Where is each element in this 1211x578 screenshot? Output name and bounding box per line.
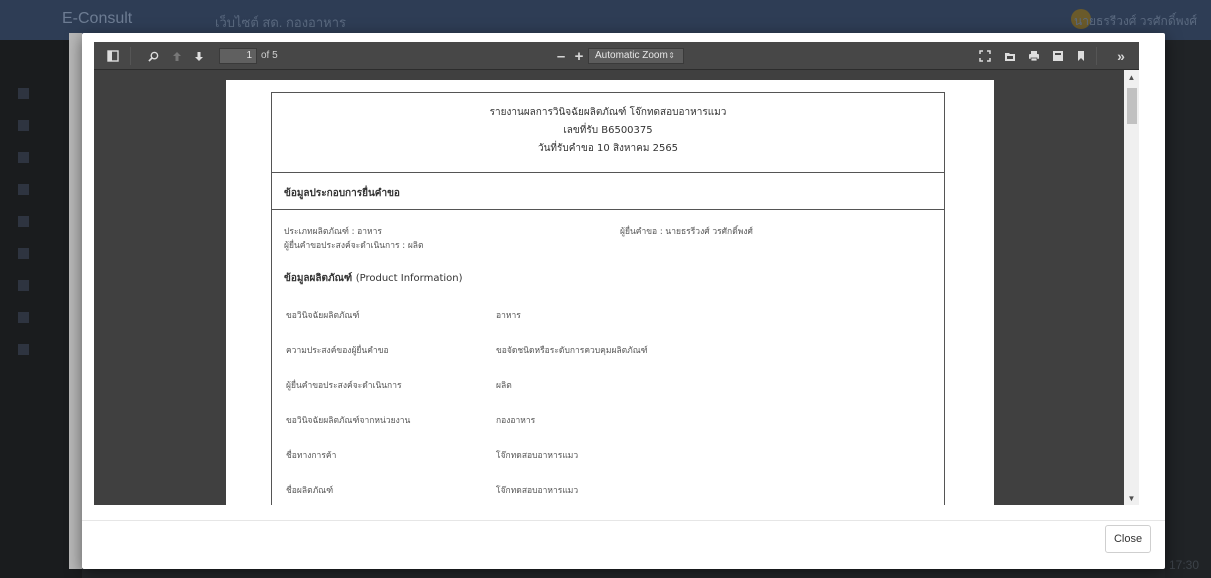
product-info-heading-th: ข้อมูลผลิตภัณฑ์ [284, 273, 353, 284]
modal-footer-divider [82, 520, 1165, 521]
home-icon [18, 88, 29, 99]
open-file-icon[interactable] [1001, 47, 1019, 65]
sidebar-item [18, 184, 29, 195]
field-value: ขอจัดชนิดหรือระดับการควบคุมผลิตภัณฑ์ [496, 346, 648, 356]
field-value: ผลิต [496, 381, 512, 391]
sidebar-item [18, 88, 29, 99]
menu-icon [18, 120, 29, 131]
calendar-icon [18, 312, 29, 323]
pdf-page: รายงานผลการวินิจฉัยผลิตภัณฑ์ โจ๊กทดสอบอา… [226, 80, 994, 505]
field-label: ชื่อทางการค้า [286, 451, 337, 461]
section-heading-applicant: ข้อมูลประกอบการยื่นคำขอ [272, 173, 944, 210]
menu-icon [18, 184, 29, 195]
pdf-preview-modal: 1 of 5 – + Automatic Zoom ⇕ » รายงานผลกา… [82, 33, 1165, 569]
sidebar-item [18, 312, 29, 323]
field-label: ขอวินิจฉัยผลิตภัณฑ์ [286, 311, 360, 321]
toolbar-separator [130, 47, 131, 65]
search-icon[interactable] [144, 47, 162, 65]
zoom-select-value: Automatic Zoom [595, 50, 668, 61]
field-value: โจ๊กทดสอบอาหารแมว [496, 486, 579, 496]
scrollbar-thumb[interactable] [1127, 88, 1137, 124]
document-frame: รายงานผลการวินิจฉัยผลิตภัณฑ์ โจ๊กทดสอบอา… [271, 92, 945, 505]
app-brand: E-Consult [62, 10, 133, 27]
bookmark-icon[interactable] [1072, 47, 1090, 65]
vertical-scrollbar[interactable]: ▲ ▼ [1124, 70, 1139, 505]
document-received-date: วันที่รับคำขอ 10 สิงหาคม 2565 [537, 143, 679, 154]
app-header-user: นายธรรีวงศ์ วรศักดิ์พงศ์ [1074, 14, 1197, 28]
toolbar-separator [1096, 47, 1097, 65]
field-label: ผู้ยื่นคำขอประสงค์จะดำเนินการ [286, 381, 402, 391]
app-right-column [1165, 40, 1211, 578]
document-title: รายงานผลการวินิจฉัยผลิตภัณฑ์ โจ๊กทดสอบอา… [489, 107, 727, 118]
menu-icon [18, 280, 29, 291]
product-info-heading: ข้อมูลผลิตภัณฑ์ (Product Information) [284, 271, 463, 286]
scroll-down-icon[interactable]: ▼ [1124, 491, 1139, 505]
modal-backdrop-edge [69, 33, 82, 569]
page-count-label: of 5 [261, 50, 278, 61]
app-header-title: เว็บไซต์ สด. กองอาหาร [215, 15, 346, 30]
sidebar-item [18, 280, 29, 291]
field-label: ขอวินิจฉัยผลิตภัณฑ์จากหน่วยงาน [286, 416, 411, 426]
previous-page-icon[interactable] [168, 47, 186, 65]
sidebar-toggle-icon[interactable] [104, 47, 122, 65]
document-header: รายงานผลการวินิจฉัยผลิตภัณฑ์ โจ๊กทดสอบอา… [272, 93, 944, 173]
sidebar-item [18, 152, 29, 163]
calendar-icon [18, 216, 29, 227]
presentation-mode-icon[interactable] [976, 47, 994, 65]
close-button[interactable]: Close [1105, 525, 1151, 553]
applicant-intent-text: ผู้ยื่นคำขอประสงค์จะดำเนินการ : ผลิต [284, 241, 424, 251]
menu-icon [18, 248, 29, 259]
zoom-in-icon[interactable]: + [570, 47, 588, 65]
document-icon [18, 344, 29, 355]
menu-icon [18, 152, 29, 163]
sidebar-item [18, 216, 29, 227]
pdf-viewer: 1 of 5 – + Automatic Zoom ⇕ » รายงานผลกา… [94, 42, 1139, 505]
document-receipt-number: เลขที่รับ B6500375 [563, 125, 653, 136]
pdf-viewer-container[interactable]: รายงานผลการวินิจฉัยผลิตภัณฑ์ โจ๊กทดสอบอา… [94, 70, 1124, 505]
zoom-out-icon[interactable]: – [552, 47, 570, 65]
print-icon[interactable] [1025, 47, 1043, 65]
document-body: ประเภทผลิตภัณฑ์ : อาหาร ผู้ยื่นคำขอประสง… [272, 210, 944, 496]
scroll-up-icon[interactable]: ▲ [1124, 70, 1139, 84]
tools-icon[interactable]: » [1112, 47, 1130, 65]
field-label: ความประสงค์ของผู้ยื่นคำขอ [286, 346, 389, 356]
product-info-heading-en: (Product Information) [355, 273, 463, 284]
next-page-icon[interactable] [190, 47, 208, 65]
chevron-down-icon: ⇕ [668, 51, 675, 60]
clock-text: 17:30 [1168, 558, 1199, 572]
field-value: โจ๊กทดสอบอาหารแมว [496, 451, 579, 461]
field-value: อาหาร [496, 311, 521, 321]
field-label: ชื่อผลิตภัณฑ์ [286, 486, 334, 496]
sidebar-item [18, 120, 29, 131]
field-value: กองอาหาร [496, 416, 536, 426]
sidebar-item [18, 248, 29, 259]
applicant-name-text: ผู้ยื่นคำขอ : นายธรรีวงศ์ วรศักดิ์พงศ์ [620, 227, 753, 237]
zoom-select[interactable]: Automatic Zoom ⇕ [588, 48, 684, 64]
sidebar-item [18, 344, 29, 355]
product-type-text: ประเภทผลิตภัณฑ์ : อาหาร [284, 227, 382, 237]
pdf-toolbar: 1 of 5 – + Automatic Zoom ⇕ » [94, 42, 1139, 70]
download-icon[interactable] [1049, 47, 1067, 65]
page-number-input[interactable]: 1 [219, 48, 257, 64]
